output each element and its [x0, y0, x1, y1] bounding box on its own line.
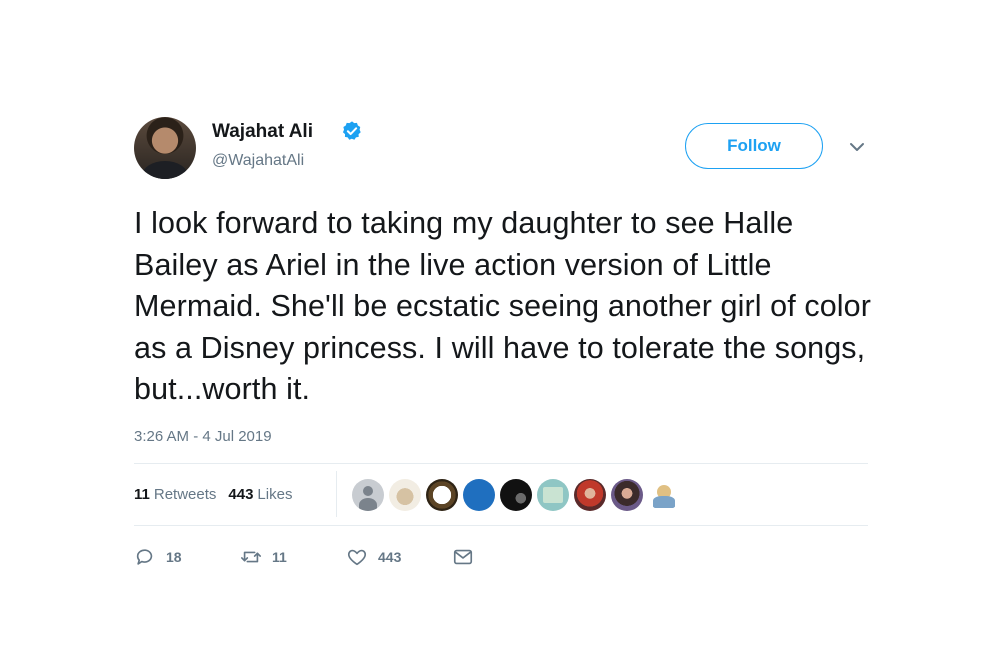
verified-badge-icon: [342, 121, 361, 140]
liker-avatar-dark[interactable]: [500, 479, 532, 511]
tweet-stats: 11 Retweets 443 Likes: [134, 486, 292, 503]
author-display-name[interactable]: Wajahat Ali: [212, 121, 313, 143]
avatar-shoulders: [142, 161, 188, 179]
liker-avatar-mascot[interactable]: [648, 479, 680, 511]
retweet-icon: [241, 551, 261, 563]
chevron-down-icon[interactable]: [848, 140, 866, 154]
likes-count: 443: [228, 486, 254, 503]
tweet-timestamp[interactable]: 3:26 AM - 4 Jul 2019: [134, 428, 272, 445]
direct-message-button[interactable]: [452, 544, 474, 570]
author-avatar[interactable]: [134, 117, 196, 179]
envelope-icon: [453, 549, 473, 565]
like-count: 443: [378, 549, 402, 565]
reply-button[interactable]: 18: [134, 544, 182, 570]
liker-avatar-redhead[interactable]: [574, 479, 606, 511]
like-button[interactable]: 443: [346, 544, 401, 570]
liker-avatar-sign[interactable]: [537, 479, 569, 511]
stats-separator: [336, 471, 337, 517]
tweet-card: Wajahat Ali @WajahatAli Follow I look fo…: [0, 0, 1000, 667]
retweet-button[interactable]: 11: [240, 544, 287, 570]
likes-stat[interactable]: 443 Likes: [228, 486, 292, 503]
divider: [134, 463, 868, 464]
retweets-count: 11: [134, 486, 150, 503]
reply-icon: [136, 549, 153, 565]
liker-avatar-blue[interactable]: [463, 479, 495, 511]
retweet-count: 11: [272, 549, 287, 565]
liker-avatars: [352, 479, 685, 511]
retweets-label: Retweets: [153, 486, 217, 503]
heart-icon: [347, 549, 367, 566]
follow-button[interactable]: Follow: [685, 123, 823, 169]
retweets-stat[interactable]: 11 Retweets: [134, 486, 216, 503]
liker-avatar-wreath-logo[interactable]: [426, 479, 458, 511]
liker-avatar-woman[interactable]: [611, 479, 643, 511]
liker-avatar-dog[interactable]: [389, 479, 421, 511]
author-handle[interactable]: @WajahatAli: [212, 152, 304, 170]
tweet-text: I look forward to taking my daughter to …: [134, 206, 872, 406]
likes-label: Likes: [257, 486, 293, 503]
liker-avatar-default[interactable]: [352, 479, 384, 511]
reply-count: 18: [166, 549, 182, 565]
divider: [134, 525, 868, 526]
